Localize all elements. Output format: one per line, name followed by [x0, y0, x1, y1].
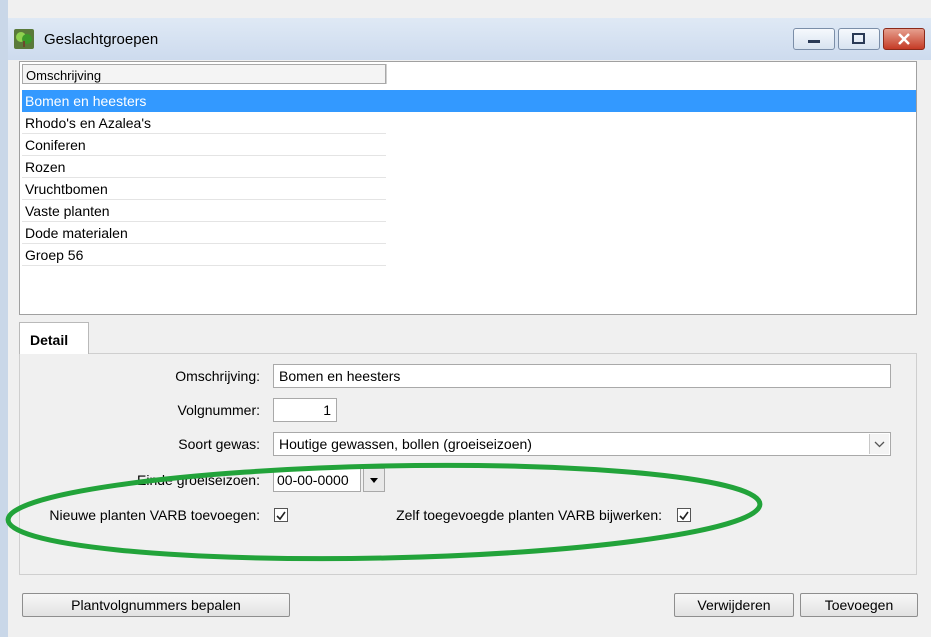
volgnummer-label: Volgnummer:	[177, 402, 260, 418]
minimize-button[interactable]	[793, 28, 835, 50]
groups-list[interactable]: Omschrijving Bomen en heesters Rhodo's e…	[19, 61, 917, 315]
zelf-toegevoegde-checkbox[interactable]	[677, 508, 691, 522]
list-item[interactable]: Rhodo's en Azalea's	[22, 112, 386, 134]
window-title: Geslachtgroepen	[44, 31, 159, 48]
tab-detail[interactable]: Detail	[19, 322, 89, 354]
title-bar[interactable]: Geslachtgroepen	[8, 18, 931, 60]
checkmark-icon	[276, 511, 286, 521]
nieuwe-planten-label: Nieuwe planten VARB toevoegen:	[49, 507, 260, 523]
nieuwe-planten-checkbox[interactable]	[274, 508, 288, 522]
date-picker-button[interactable]	[363, 468, 385, 492]
maximize-icon	[852, 33, 865, 44]
close-button[interactable]	[883, 28, 925, 50]
list-item-label: Vruchtbomen	[25, 181, 108, 197]
plantvolgnummers-bepalen-button[interactable]: Plantvolgnummers bepalen	[22, 593, 290, 617]
list-item[interactable]: Rozen	[22, 156, 386, 178]
list-item-label: Bomen en heesters	[25, 93, 147, 109]
verwijderen-button[interactable]: Verwijderen	[674, 593, 794, 617]
soort-gewas-dropdown-button[interactable]	[869, 434, 889, 454]
soort-gewas-label: Soort gewas:	[178, 436, 260, 452]
close-icon	[898, 33, 910, 45]
column-header-omschrijving[interactable]: Omschrijving	[22, 64, 386, 84]
list-item[interactable]: Vruchtbomen	[22, 178, 386, 200]
soort-gewas-value: Houtige gewassen, bollen (groeiseizoen)	[279, 436, 532, 452]
chevron-down-icon	[874, 441, 885, 448]
soort-gewas-select[interactable]: Houtige gewassen, bollen (groeiseizoen)	[273, 432, 891, 456]
einde-groeiseizoen-label: Einde groeiseizoen:	[137, 472, 260, 488]
list-item-label: Coniferen	[25, 137, 86, 153]
volgnummer-input[interactable]: 1	[273, 398, 337, 422]
omschrijving-label: Omschrijving:	[175, 368, 260, 384]
list-item[interactable]: Groep 56	[22, 244, 386, 266]
list-item-label: Rhodo's en Azalea's	[25, 115, 151, 131]
app-window: Geslachtgroepen Omschrijving Bomen en he…	[0, 0, 931, 637]
list-item[interactable]: Bomen en heesters	[22, 90, 916, 112]
omschrijving-input[interactable]: Bomen en heesters	[273, 364, 891, 388]
background-strip	[0, 0, 8, 637]
list-item-label: Groep 56	[25, 247, 84, 263]
list-item-label: Vaste planten	[25, 203, 110, 219]
tree-app-icon	[14, 29, 34, 49]
checkmark-icon	[679, 511, 689, 521]
list-item[interactable]: Vaste planten	[22, 200, 386, 222]
einde-groeiseizoen-input[interactable]: 00-00-0000	[273, 468, 361, 492]
toevoegen-button[interactable]: Toevoegen	[800, 593, 918, 617]
minimize-icon	[808, 40, 820, 43]
list-item-label: Dode materialen	[25, 225, 128, 241]
column-separator[interactable]	[386, 64, 387, 84]
list-item[interactable]: Coniferen	[22, 134, 386, 156]
dropdown-arrow-icon	[370, 478, 378, 483]
list-item[interactable]: Dode materialen	[22, 222, 386, 244]
maximize-button[interactable]	[838, 28, 880, 50]
zelf-toegevoegde-label: Zelf toegevoegde planten VARB bijwerken:	[396, 507, 662, 523]
list-item-label: Rozen	[25, 159, 66, 175]
